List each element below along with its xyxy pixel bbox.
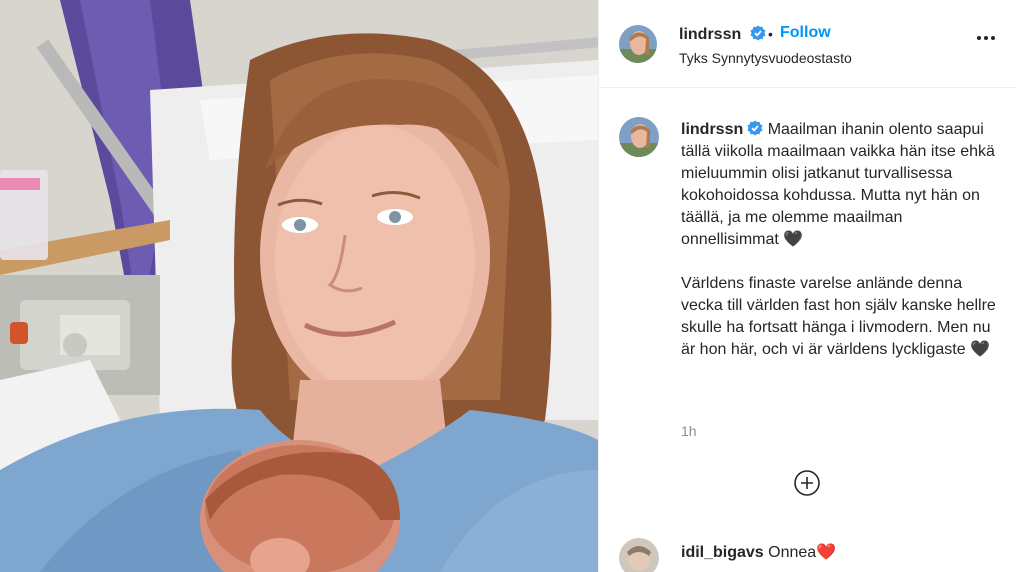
more-dot-icon <box>991 36 995 40</box>
post-side-panel: lindrssn • Follow Tyks Synnytysvuodeosta… <box>598 0 1016 572</box>
caption-finnish: lindrssn Maailman ihanin olento saapui t… <box>681 119 1001 251</box>
reply-comment: idil_bigavs Onnea❤️ <box>619 538 1009 572</box>
post-location[interactable]: Tyks Synnytysvuodeostasto <box>679 50 852 66</box>
author-avatar[interactable] <box>619 25 657 63</box>
verified-badge-icon <box>750 25 766 41</box>
post-header: lindrssn • Follow Tyks Synnytysvuodeosta… <box>599 0 1016 88</box>
more-dot-icon <box>977 36 981 40</box>
caption-body: lindrssn Maailman ihanin olento saapui t… <box>681 119 1001 361</box>
plus-circle-icon[interactable] <box>794 470 820 496</box>
post-timestamp[interactable]: 1h <box>681 423 697 439</box>
follow-button[interactable]: Follow <box>780 24 831 42</box>
caption-swedish: Världens finaste varelse anlände denna v… <box>681 275 996 358</box>
separator-dot: • <box>768 26 773 42</box>
verified-badge-icon <box>747 120 763 136</box>
post-modal: lindrssn • Follow Tyks Synnytysvuodeosta… <box>0 0 1016 572</box>
more-options-icon[interactable] <box>977 36 995 40</box>
author-username-text[interactable]: lindrssn <box>679 26 741 43</box>
post-photo[interactable] <box>0 0 598 572</box>
caption-avatar[interactable] <box>619 117 659 157</box>
reply-text-line: idil_bigavs Onnea❤️ <box>681 542 836 562</box>
caption-finnish-text: Maailman ihanin olento saapui tällä viik… <box>681 121 995 248</box>
reply-text: Onnea❤️ <box>768 544 837 561</box>
more-dot-icon <box>984 36 988 40</box>
caption-username[interactable]: lindrssn <box>681 121 743 138</box>
author-username[interactable]: lindrssn <box>679 25 766 44</box>
reply-avatar[interactable] <box>619 538 659 572</box>
photo-illustration <box>0 0 598 572</box>
reply-username[interactable]: idil_bigavs <box>681 544 764 561</box>
